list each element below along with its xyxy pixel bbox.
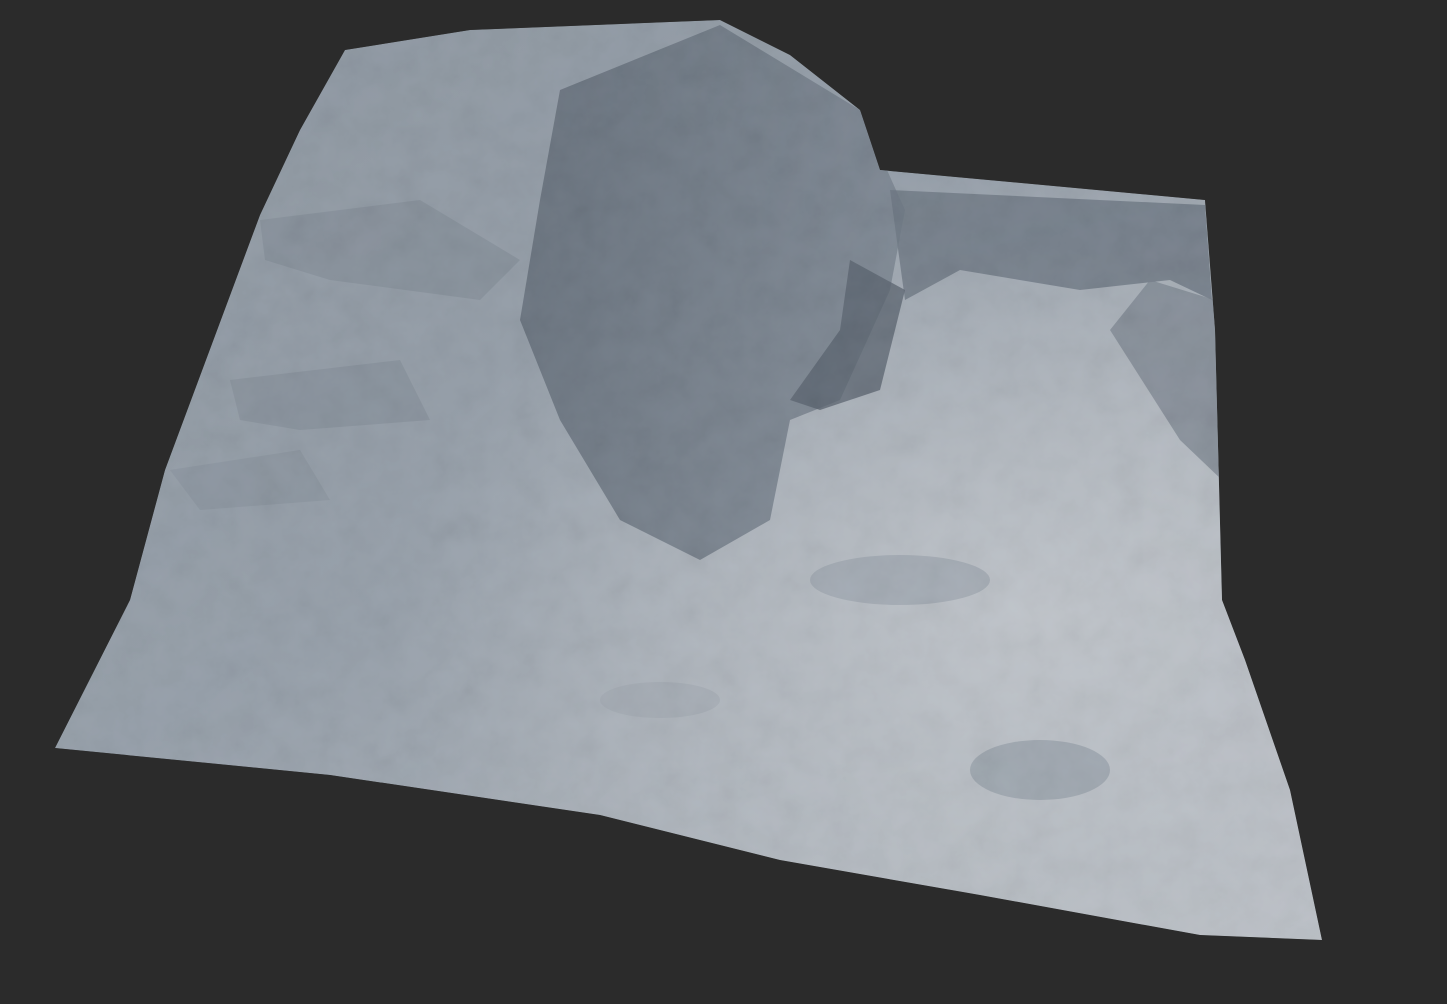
render-viewport bbox=[0, 0, 1447, 1004]
terrain-render bbox=[55, 20, 1322, 940]
terrain-surface bbox=[55, 20, 1322, 940]
